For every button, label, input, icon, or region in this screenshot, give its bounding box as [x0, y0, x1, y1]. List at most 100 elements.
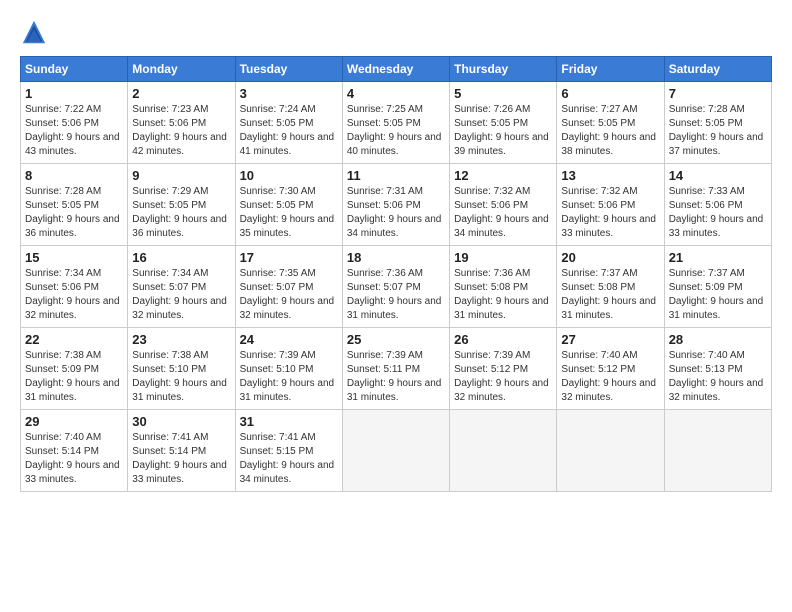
sunrise-text: Sunrise: 7:27 AM: [561, 104, 637, 115]
daylight-text: Daylight: 9 hours and 36 minutes.: [25, 214, 120, 239]
week-row-3: 22 Sunrise: 7:38 AM Sunset: 5:09 PM Dayl…: [21, 328, 772, 410]
header: [20, 18, 772, 46]
daylight-text: Daylight: 9 hours and 31 minutes.: [561, 296, 656, 321]
week-row-4: 29 Sunrise: 7:40 AM Sunset: 5:14 PM Dayl…: [21, 410, 772, 492]
day-info: Sunrise: 7:34 AM Sunset: 5:07 PM Dayligh…: [132, 267, 230, 323]
calendar-cell: 21 Sunrise: 7:37 AM Sunset: 5:09 PM Dayl…: [664, 246, 771, 328]
daylight-text: Daylight: 9 hours and 42 minutes.: [132, 132, 227, 157]
calendar-cell: 2 Sunrise: 7:23 AM Sunset: 5:06 PM Dayli…: [128, 82, 235, 164]
day-info: Sunrise: 7:31 AM Sunset: 5:06 PM Dayligh…: [347, 185, 445, 241]
sunset-text: Sunset: 5:06 PM: [669, 200, 743, 211]
sunset-text: Sunset: 5:06 PM: [132, 118, 206, 129]
col-sunday: Sunday: [21, 57, 128, 82]
day-number: 23: [132, 332, 230, 347]
day-number: 31: [240, 414, 338, 429]
calendar-cell: 16 Sunrise: 7:34 AM Sunset: 5:07 PM Dayl…: [128, 246, 235, 328]
daylight-text: Daylight: 9 hours and 31 minutes.: [347, 296, 442, 321]
sunrise-text: Sunrise: 7:37 AM: [669, 268, 745, 279]
daylight-text: Daylight: 9 hours and 34 minutes.: [347, 214, 442, 239]
daylight-text: Daylight: 9 hours and 31 minutes.: [454, 296, 549, 321]
sunrise-text: Sunrise: 7:23 AM: [132, 104, 208, 115]
sunrise-text: Sunrise: 7:25 AM: [347, 104, 423, 115]
day-number: 22: [25, 332, 123, 347]
sunset-text: Sunset: 5:11 PM: [347, 364, 420, 375]
day-info: Sunrise: 7:40 AM Sunset: 5:13 PM Dayligh…: [669, 349, 767, 405]
day-info: Sunrise: 7:25 AM Sunset: 5:05 PM Dayligh…: [347, 103, 445, 159]
day-info: Sunrise: 7:37 AM Sunset: 5:08 PM Dayligh…: [561, 267, 659, 323]
sunrise-text: Sunrise: 7:37 AM: [561, 268, 637, 279]
calendar-cell: 17 Sunrise: 7:35 AM Sunset: 5:07 PM Dayl…: [235, 246, 342, 328]
calendar-cell: [664, 410, 771, 492]
day-number: 18: [347, 250, 445, 265]
day-info: Sunrise: 7:38 AM Sunset: 5:09 PM Dayligh…: [25, 349, 123, 405]
calendar-cell: 13 Sunrise: 7:32 AM Sunset: 5:06 PM Dayl…: [557, 164, 664, 246]
day-info: Sunrise: 7:26 AM Sunset: 5:05 PM Dayligh…: [454, 103, 552, 159]
day-number: 1: [25, 86, 123, 101]
daylight-text: Daylight: 9 hours and 31 minutes.: [669, 296, 764, 321]
sunset-text: Sunset: 5:07 PM: [240, 282, 314, 293]
sunrise-text: Sunrise: 7:34 AM: [132, 268, 208, 279]
calendar-table: Sunday Monday Tuesday Wednesday Thursday…: [20, 56, 772, 492]
day-info: Sunrise: 7:28 AM Sunset: 5:05 PM Dayligh…: [669, 103, 767, 159]
daylight-text: Daylight: 9 hours and 39 minutes.: [454, 132, 549, 157]
sunrise-text: Sunrise: 7:35 AM: [240, 268, 316, 279]
day-info: Sunrise: 7:40 AM Sunset: 5:12 PM Dayligh…: [561, 349, 659, 405]
sunrise-text: Sunrise: 7:36 AM: [347, 268, 423, 279]
day-number: 26: [454, 332, 552, 347]
day-info: Sunrise: 7:30 AM Sunset: 5:05 PM Dayligh…: [240, 185, 338, 241]
day-number: 7: [669, 86, 767, 101]
col-wednesday: Wednesday: [342, 57, 449, 82]
sunrise-text: Sunrise: 7:29 AM: [132, 186, 208, 197]
day-number: 3: [240, 86, 338, 101]
sunset-text: Sunset: 5:05 PM: [240, 118, 314, 129]
sunrise-text: Sunrise: 7:30 AM: [240, 186, 316, 197]
sunrise-text: Sunrise: 7:32 AM: [561, 186, 637, 197]
sunset-text: Sunset: 5:12 PM: [561, 364, 635, 375]
day-info: Sunrise: 7:23 AM Sunset: 5:06 PM Dayligh…: [132, 103, 230, 159]
day-number: 4: [347, 86, 445, 101]
daylight-text: Daylight: 9 hours and 34 minutes.: [240, 460, 335, 485]
col-monday: Monday: [128, 57, 235, 82]
daylight-text: Daylight: 9 hours and 31 minutes.: [132, 378, 227, 403]
day-info: Sunrise: 7:39 AM Sunset: 5:12 PM Dayligh…: [454, 349, 552, 405]
calendar-cell: 8 Sunrise: 7:28 AM Sunset: 5:05 PM Dayli…: [21, 164, 128, 246]
sunset-text: Sunset: 5:05 PM: [454, 118, 528, 129]
sunrise-text: Sunrise: 7:32 AM: [454, 186, 530, 197]
daylight-text: Daylight: 9 hours and 35 minutes.: [240, 214, 335, 239]
calendar-cell: 19 Sunrise: 7:36 AM Sunset: 5:08 PM Dayl…: [450, 246, 557, 328]
daylight-text: Daylight: 9 hours and 38 minutes.: [561, 132, 656, 157]
daylight-text: Daylight: 9 hours and 36 minutes.: [132, 214, 227, 239]
calendar-cell: 12 Sunrise: 7:32 AM Sunset: 5:06 PM Dayl…: [450, 164, 557, 246]
day-info: Sunrise: 7:28 AM Sunset: 5:05 PM Dayligh…: [25, 185, 123, 241]
calendar-cell: 29 Sunrise: 7:40 AM Sunset: 5:14 PM Dayl…: [21, 410, 128, 492]
calendar-cell: 30 Sunrise: 7:41 AM Sunset: 5:14 PM Dayl…: [128, 410, 235, 492]
daylight-text: Daylight: 9 hours and 40 minutes.: [347, 132, 442, 157]
sunrise-text: Sunrise: 7:38 AM: [132, 350, 208, 361]
sunrise-text: Sunrise: 7:34 AM: [25, 268, 101, 279]
sunset-text: Sunset: 5:06 PM: [25, 282, 99, 293]
daylight-text: Daylight: 9 hours and 32 minutes.: [240, 296, 335, 321]
calendar-cell: 27 Sunrise: 7:40 AM Sunset: 5:12 PM Dayl…: [557, 328, 664, 410]
sunrise-text: Sunrise: 7:26 AM: [454, 104, 530, 115]
day-info: Sunrise: 7:32 AM Sunset: 5:06 PM Dayligh…: [561, 185, 659, 241]
daylight-text: Daylight: 9 hours and 37 minutes.: [669, 132, 764, 157]
calendar-cell: [557, 410, 664, 492]
day-info: Sunrise: 7:33 AM Sunset: 5:06 PM Dayligh…: [669, 185, 767, 241]
sunrise-text: Sunrise: 7:41 AM: [132, 432, 208, 443]
sunset-text: Sunset: 5:07 PM: [132, 282, 206, 293]
daylight-text: Daylight: 9 hours and 33 minutes.: [669, 214, 764, 239]
sunset-text: Sunset: 5:09 PM: [25, 364, 99, 375]
day-number: 10: [240, 168, 338, 183]
day-info: Sunrise: 7:39 AM Sunset: 5:10 PM Dayligh…: [240, 349, 338, 405]
sunset-text: Sunset: 5:08 PM: [454, 282, 528, 293]
col-friday: Friday: [557, 57, 664, 82]
daylight-text: Daylight: 9 hours and 34 minutes.: [454, 214, 549, 239]
day-info: Sunrise: 7:24 AM Sunset: 5:05 PM Dayligh…: [240, 103, 338, 159]
day-number: 11: [347, 168, 445, 183]
col-tuesday: Tuesday: [235, 57, 342, 82]
calendar-cell: 23 Sunrise: 7:38 AM Sunset: 5:10 PM Dayl…: [128, 328, 235, 410]
sunset-text: Sunset: 5:14 PM: [25, 446, 99, 457]
week-row-2: 15 Sunrise: 7:34 AM Sunset: 5:06 PM Dayl…: [21, 246, 772, 328]
week-row-1: 8 Sunrise: 7:28 AM Sunset: 5:05 PM Dayli…: [21, 164, 772, 246]
day-info: Sunrise: 7:41 AM Sunset: 5:15 PM Dayligh…: [240, 431, 338, 487]
